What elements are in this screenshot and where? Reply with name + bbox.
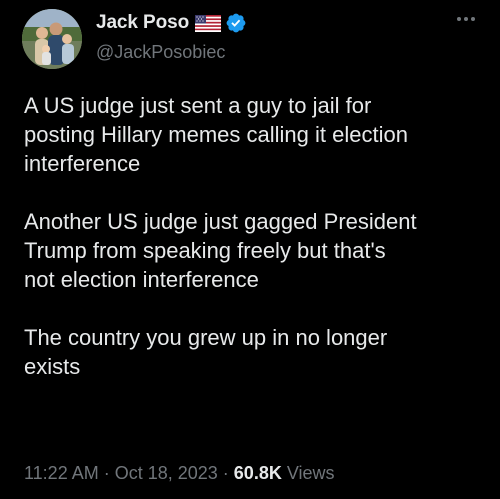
tweet-text: A US judge just sent a guy to jail for p… — [24, 91, 484, 381]
tweet-paragraph: Another US judge just gagged President T… — [24, 209, 417, 292]
author-handle[interactable]: @JackPosobiec — [96, 42, 247, 63]
tweet-time[interactable]: 11:22 AM — [24, 463, 99, 483]
tweet-paragraph: A US judge just sent a guy to jail for p… — [24, 93, 408, 176]
tweet-card: Jack Poso @JackPosobiec A US judge just … — [0, 0, 500, 499]
tweet-paragraph: The country you grew up in no longer exi… — [24, 325, 388, 379]
tweet-date[interactable]: Oct 18, 2023 — [115, 463, 218, 483]
avatar-photo-icon — [22, 9, 82, 69]
verified-badge-icon[interactable] — [225, 12, 247, 34]
views-count: 60.8K — [233, 463, 282, 483]
more-options-icon[interactable] — [454, 11, 478, 27]
views-label: Views — [286, 463, 335, 483]
display-name[interactable]: Jack Poso — [96, 12, 189, 34]
avatar[interactable] — [22, 9, 82, 69]
meta-separator: · — [222, 463, 229, 483]
meta-separator: · — [103, 463, 110, 483]
name-row: Jack Poso — [96, 10, 247, 36]
tweet-meta: 11:22 AM · Oct 18, 2023 · 60.8K Views — [24, 463, 335, 484]
author-info: Jack Poso @JackPosobiec — [96, 10, 247, 63]
us-flag-icon — [195, 14, 222, 32]
